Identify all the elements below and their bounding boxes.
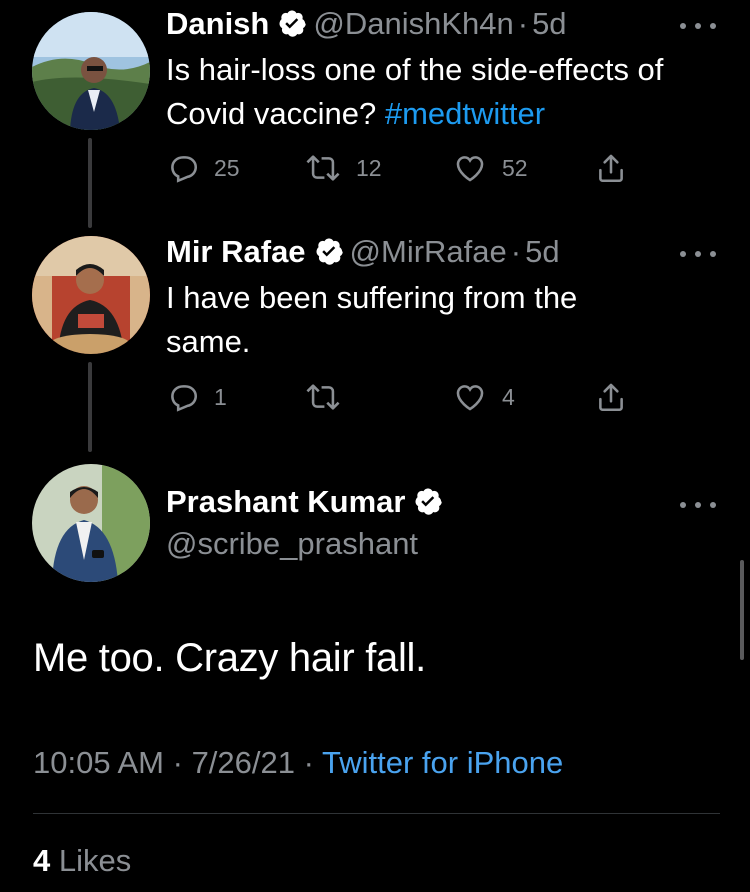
avatar-danish[interactable] (32, 12, 150, 130)
thread-connector-line (88, 138, 92, 228)
retweet-icon (306, 384, 340, 410)
tweet-header: Mir Rafae @MirRafae · 5d (166, 234, 560, 271)
more-options-icon[interactable] (680, 19, 716, 33)
likes-count: 4 (33, 843, 51, 878)
like-button[interactable]: 52 (452, 148, 528, 188)
share-icon (599, 383, 623, 412)
more-options-icon[interactable] (680, 498, 716, 512)
share-icon (599, 154, 623, 183)
share-button[interactable] (594, 377, 628, 417)
reply-count: 1 (214, 383, 227, 410)
likes-label: Likes (58, 843, 132, 878)
reply-icon (171, 156, 198, 183)
tweet-source-link[interactable]: Twitter for iPhone (322, 745, 563, 780)
scrollbar[interactable] (740, 560, 744, 660)
verified-badge-icon (314, 236, 344, 271)
tweet-actions: 1 4 (166, 377, 636, 417)
verified-badge-icon (413, 486, 443, 521)
tweet-text: Is hair-loss one of the side-effects of … (166, 48, 666, 136)
share-button[interactable] (594, 148, 628, 188)
reply-icon (171, 385, 198, 412)
retweet-icon (306, 155, 340, 181)
tweet-date[interactable]: 7/26/21 (192, 745, 295, 780)
tweet-age[interactable]: 5d (525, 234, 559, 269)
heart-icon (456, 385, 484, 411)
reply-button[interactable]: 25 (166, 148, 240, 188)
main-tweet-text: Me too. Crazy hair fall. (33, 636, 426, 680)
tweet-text: I have been suffering from the same. (166, 276, 666, 364)
reply-count: 25 (214, 154, 240, 181)
likes-summary[interactable]: 4 Likes (33, 843, 131, 879)
author-name[interactable]: Prashant Kumar (166, 484, 405, 519)
retweet-count: 12 (356, 154, 382, 181)
separator: · (172, 745, 183, 780)
retweet-button[interactable] (304, 377, 356, 417)
avatar-danish-image (32, 12, 150, 130)
reply-button[interactable]: 1 (166, 377, 227, 417)
tweet-age[interactable]: 5d (532, 6, 566, 41)
like-button[interactable]: 4 (452, 377, 515, 417)
retweet-button[interactable]: 12 (304, 148, 382, 188)
more-options-icon[interactable] (680, 247, 716, 261)
author-name[interactable]: Mir Rafae (166, 234, 306, 269)
author-handle[interactable]: @MirRafae (350, 234, 507, 269)
divider (33, 813, 720, 814)
verified-badge-icon (277, 8, 307, 43)
author-handle[interactable]: @DanishKh4n (313, 6, 513, 41)
tweet-header: Danish @DanishKh4n · 5d (166, 6, 567, 43)
hashtag-link[interactable]: #medtwitter (385, 96, 545, 131)
like-count: 4 (502, 383, 515, 410)
like-count: 52 (502, 154, 528, 181)
main-tweet-name-row: Prashant Kumar (166, 484, 449, 521)
author-name[interactable]: Danish (166, 6, 269, 41)
tweet-actions: 25 12 52 (166, 148, 636, 188)
tweet-text-line: I have been suffering from the (166, 280, 578, 315)
author-handle[interactable]: @scribe_prashant (166, 526, 418, 562)
tweet-text-line: same. (166, 324, 251, 359)
avatar-prashant-kumar-image (32, 464, 150, 582)
heart-icon (456, 156, 484, 182)
tweet-metadata: 10:05 AM · 7/26/21 · Twitter for iPhone (33, 745, 563, 781)
separator: · (303, 745, 314, 780)
thread-connector-line (88, 362, 92, 452)
avatar-mir-rafae-image (32, 236, 150, 354)
separator: · (510, 234, 522, 269)
avatar-mir-rafae[interactable] (32, 236, 150, 354)
separator: · (517, 6, 529, 41)
tweet-time[interactable]: 10:05 AM (33, 745, 164, 780)
avatar-prashant-kumar[interactable] (32, 464, 150, 582)
